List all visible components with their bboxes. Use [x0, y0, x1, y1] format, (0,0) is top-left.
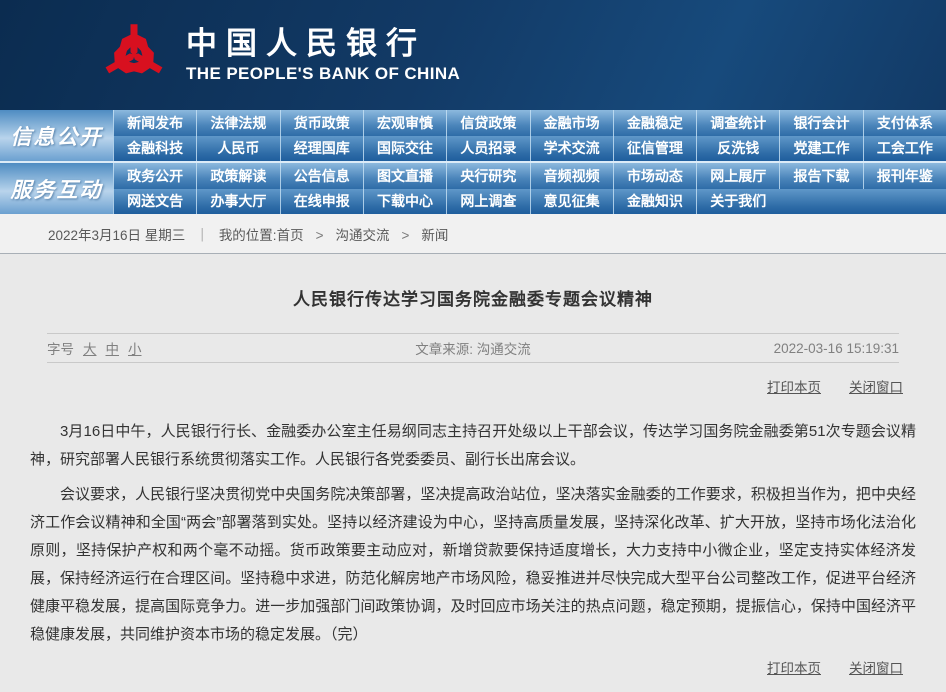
- article-body: 3月16日中午，人民银行行长、金融委办公室主任易纲同志主持召开处级以上干部会议，…: [30, 418, 916, 649]
- nav-item[interactable]: 新闻发布: [113, 110, 196, 136]
- print-page-link[interactable]: 打印本页: [767, 376, 821, 396]
- nav-item[interactable]: 意见征集: [530, 189, 613, 215]
- breadcrumb-item[interactable]: 首页: [277, 228, 304, 243]
- nav-section: 服务互动政务公开政策解读公告信息图文直播央行研究音频视频市场动态网上展厅报告下载…: [0, 163, 946, 214]
- nav-item[interactable]: 国际交往: [363, 136, 446, 162]
- nav-item[interactable]: 银行会计: [779, 110, 862, 136]
- nav-item[interactable]: 政策解读: [196, 163, 279, 189]
- print-page-link[interactable]: 打印本页: [767, 657, 821, 677]
- source-value: 沟通交流: [477, 342, 531, 357]
- breadcrumb-items: 首页 > 沟通交流 > 新闻: [277, 224, 449, 244]
- nav-section-label[interactable]: 信息公开: [0, 110, 113, 161]
- nav-item[interactable]: 金融科技: [113, 136, 196, 162]
- article-actions-top: 打印本页 关闭窗口: [0, 376, 903, 396]
- nav-item[interactable]: 网送文告: [113, 189, 196, 215]
- pboc-emblem-icon: [98, 15, 170, 95]
- nav-item[interactable]: 公告信息: [280, 163, 363, 189]
- article-meta-bar: 字号 大中小 文章来源: 沟通交流 2022-03-16 15:19:31: [47, 333, 899, 363]
- nav-item[interactable]: 音频视频: [530, 163, 613, 189]
- nav-item[interactable]: 宏观审慎: [363, 110, 446, 136]
- site-brand: 中国人民银行 THE PEOPLE'S BANK OF CHINA: [186, 27, 460, 84]
- article: 人民银行传达学习国务院金融委专题会议精神 字号 大中小 文章来源: 沟通交流 2…: [0, 254, 946, 677]
- close-window-link[interactable]: 关闭窗口: [849, 657, 903, 677]
- close-window-link[interactable]: 关闭窗口: [849, 376, 903, 396]
- nav-item[interactable]: 党建工作: [779, 136, 862, 162]
- nav-item[interactable]: 金融稳定: [613, 110, 696, 136]
- breadcrumb-divider: ｜: [195, 224, 209, 244]
- nav-cell-empty: [863, 189, 946, 215]
- nav-grid: 新闻发布法律法规货币政策宏观审慎信贷政策金融市场金融稳定调查统计银行会计支付体系…: [113, 110, 946, 161]
- nav-item[interactable]: 金融知识: [613, 189, 696, 215]
- nav-item[interactable]: 调查统计: [696, 110, 779, 136]
- source-label: 文章来源:: [415, 342, 473, 357]
- breadcrumb-location-prefix: 我的位置:: [219, 224, 277, 244]
- nav-item[interactable]: 法律法规: [196, 110, 279, 136]
- breadcrumb-separator: >: [401, 228, 409, 243]
- nav-item[interactable]: 学术交流: [530, 136, 613, 162]
- nav-item[interactable]: 报告下载: [779, 163, 862, 189]
- nav-item[interactable]: 央行研究: [446, 163, 529, 189]
- nav-item[interactable]: 反洗钱: [696, 136, 779, 162]
- article-source: 文章来源: 沟通交流: [47, 338, 899, 358]
- nav-cell-empty: [779, 189, 862, 215]
- breadcrumb-item[interactable]: 沟通交流: [335, 228, 389, 243]
- breadcrumb: 2022年3月16日 星期三 ｜ 我的位置: 首页 > 沟通交流 > 新闻: [0, 214, 946, 254]
- nav-item[interactable]: 金融市场: [530, 110, 613, 136]
- site-title-en: THE PEOPLE'S BANK OF CHINA: [186, 64, 460, 84]
- nav-item[interactable]: 人民币: [196, 136, 279, 162]
- nav-item[interactable]: 图文直播: [363, 163, 446, 189]
- nav-item[interactable]: 征信管理: [613, 136, 696, 162]
- article-paragraph: 3月16日中午，人民银行行长、金融委办公室主任易纲同志主持召开处级以上干部会议，…: [30, 418, 916, 474]
- breadcrumb-separator: >: [316, 228, 324, 243]
- nav-item[interactable]: 市场动态: [613, 163, 696, 189]
- nav-item[interactable]: 工会工作: [863, 136, 946, 162]
- article-actions-bottom: 打印本页 关闭窗口: [0, 657, 903, 677]
- nav-item[interactable]: 经理国库: [280, 136, 363, 162]
- nav-item[interactable]: 网上调查: [446, 189, 529, 215]
- nav-grid: 政务公开政策解读公告信息图文直播央行研究音频视频市场动态网上展厅报告下载报刊年鉴…: [113, 163, 946, 214]
- breadcrumb-item: 新闻: [421, 228, 448, 243]
- article-paragraph: 会议要求，人民银行坚决贯彻党中央国务院决策部署，坚决提高政治站位，坚决落实金融委…: [30, 481, 916, 649]
- nav-item[interactable]: 下载中心: [363, 189, 446, 215]
- nav-item[interactable]: 网上展厅: [696, 163, 779, 189]
- nav-item[interactable]: 在线申报: [280, 189, 363, 215]
- nav-item[interactable]: 办事大厅: [196, 189, 279, 215]
- nav-section-label[interactable]: 服务互动: [0, 163, 113, 214]
- nav-item[interactable]: 支付体系: [863, 110, 946, 136]
- nav-section: 信息公开新闻发布法律法规货币政策宏观审慎信贷政策金融市场金融稳定调查统计银行会计…: [0, 110, 946, 161]
- nav-item[interactable]: 政务公开: [113, 163, 196, 189]
- nav-item[interactable]: 货币政策: [280, 110, 363, 136]
- main-nav: 信息公开新闻发布法律法规货币政策宏观审慎信贷政策金融市场金融稳定调查统计银行会计…: [0, 110, 946, 214]
- breadcrumb-date: 2022年3月16日 星期三: [48, 224, 185, 244]
- nav-item[interactable]: 人员招录: [446, 136, 529, 162]
- article-title: 人民银行传达学习国务院金融委专题会议精神: [0, 285, 946, 310]
- site-header: 中国人民银行 THE PEOPLE'S BANK OF CHINA: [0, 0, 946, 110]
- nav-item[interactable]: 关于我们: [696, 189, 779, 215]
- site-title-cn: 中国人民银行: [186, 27, 460, 61]
- nav-item[interactable]: 报刊年鉴: [863, 163, 946, 189]
- nav-item[interactable]: 信贷政策: [446, 110, 529, 136]
